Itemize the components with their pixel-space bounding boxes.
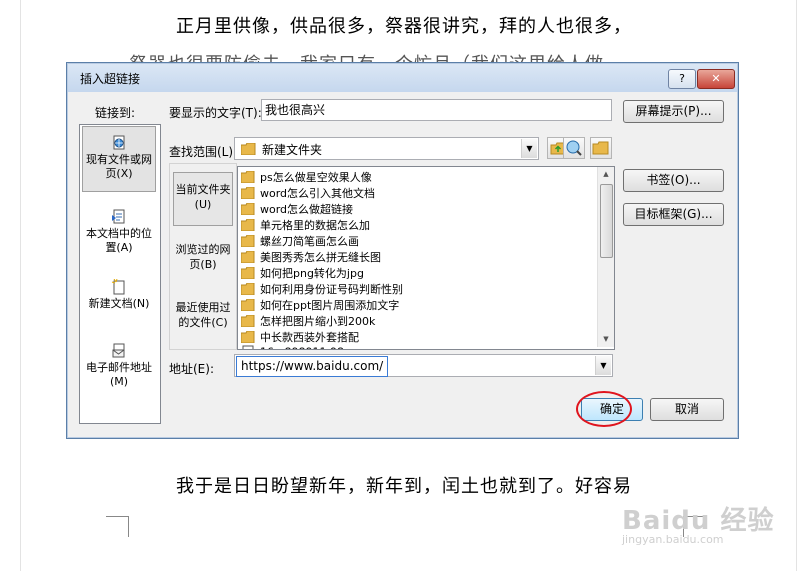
file-name: ps怎么做星空效果人像 [260,171,372,184]
folder-icon [241,171,255,183]
file-name: word怎么做超链接 [260,203,354,216]
folder-icon [241,219,255,231]
file-name: word怎么引入其他文档 [260,187,376,200]
chevron-down-icon[interactable]: ▼ [521,139,537,158]
file-list[interactable]: ▲ ▼ ps怎么做星空效果人像 word怎么引入其他文档 word怎么做超链接单元格… [237,166,615,350]
cancel-button[interactable]: 取消 [650,398,724,421]
page-border-left [20,0,21,571]
look-in-label: 查找范围(L): [169,145,238,159]
folder-icon [241,283,255,295]
highlight-circle [576,391,632,427]
close-button[interactable]: ✕ [697,69,735,89]
folder-icon [241,331,255,343]
tab-recent-files[interactable]: 最近使用过的文件(C) [173,294,233,342]
link-item-label: 本文档中的位置(A) [86,227,152,254]
folder-icon [241,143,256,155]
display-text-input[interactable]: 我也很高兴 [261,99,612,121]
display-text-label: 要显示的文字(T): [169,106,262,120]
folder-icon [241,315,255,327]
file-list-item[interactable]: ps怎么做星空效果人像 [241,169,372,185]
file-icon [242,345,254,349]
link-new-document[interactable]: 新建文档(N) [82,273,156,327]
folder-icon [241,267,255,279]
file-name: 如何利用身份证号码判断性别 [260,283,403,296]
file-name: 中长款西装外套搭配 [260,331,359,344]
crop-mark [106,516,129,537]
file-list-scrollbar[interactable]: ▲ ▼ [597,167,614,347]
screentip-button[interactable]: 屏幕提示(P)... [623,100,724,123]
target-frame-button[interactable]: 目标框架(G)... [623,203,724,226]
file-list-item[interactable]: 16...898911.98... [241,345,354,350]
folder-icon [241,299,255,311]
address-label: 地址(E): [169,362,214,376]
file-list-item[interactable]: word怎么引入其他文档 [241,185,375,201]
scrollbar-thumb[interactable] [600,184,613,258]
folder-icon [241,251,255,263]
file-name: 美图秀秀怎么拼无缝长图 [260,251,381,264]
link-email-address[interactable]: 电子邮件地址(M) [82,337,156,399]
address-input[interactable]: https://www.baidu.com/ [236,356,389,377]
folder-icon [241,203,255,215]
file-name: 16...898911.98... [260,346,354,350]
insert-hyperlink-dialog: 插入超链接 ? ✕ 链接到: 要显示的文字(T): 我也很高兴 屏幕提示(P).… [66,62,739,439]
document-text-line: 我于是日日盼望新年，新年到，闰土也就到了。好容易 [176,476,632,497]
existing-file-web-icon [113,135,125,150]
file-list-item[interactable]: word怎么做超链接 [241,201,353,217]
file-name: 单元格里的数据怎么加 [260,219,370,232]
scroll-up-icon[interactable]: ▲ [598,167,614,182]
link-item-label: 新建文档(N) [88,297,150,310]
new-document-icon [111,279,125,295]
file-name: 螺丝刀简笔画怎么画 [260,235,359,248]
link-existing-file-web[interactable]: 现有文件或网页(X) [82,126,156,192]
file-list-item[interactable]: 如何把png转化为jpg [241,265,364,281]
watermark-main: Baidu 经验 [622,506,775,536]
link-item-label: 现有文件或网页(X) [86,153,152,180]
watermark: Baidu 经验 jingyan.baidu.com [622,500,774,546]
address-combo[interactable]: https://www.baidu.com/ ▼ [234,354,613,377]
scroll-down-icon[interactable]: ▼ [598,332,614,347]
file-list-item[interactable]: 螺丝刀简笔画怎么画 [241,233,359,249]
browse-web-icon [566,140,582,156]
link-to-panel: 现有文件或网页(X) 本文档中的位置(A) 新建文档(N) 电子邮件地址(M) [79,124,161,424]
file-list-item[interactable]: 怎样把图片缩小到200k [241,313,375,329]
file-name: 怎样把图片缩小到200k [260,315,376,328]
dialog-titlebar[interactable]: 插入超链接 ? ✕ [68,64,737,92]
open-folder-icon [592,141,609,155]
help-button[interactable]: ? [668,69,696,89]
link-to-label: 链接到: [95,106,136,120]
browse-file-button[interactable] [590,137,612,159]
folder-icon [241,235,255,247]
link-place-in-document[interactable]: 本文档中的位置(A) [82,203,156,263]
email-address-icon [112,343,125,358]
file-list-item[interactable]: 如何在ppt图片周围添加文字 [241,297,399,313]
file-list-item[interactable]: 美图秀秀怎么拼无缝长图 [241,249,381,265]
page-border-right [796,0,797,571]
tab-current-folder[interactable]: 当前文件夹(U) [173,172,233,226]
browse-web-button[interactable] [563,137,585,159]
file-list-item[interactable]: 中长款西装外套搭配 [241,329,359,345]
link-item-label: 电子邮件地址(M) [86,361,152,388]
folder-icon [241,187,255,199]
file-name: 如何在ppt图片周围添加文字 [260,299,400,312]
chevron-down-icon[interactable]: ▼ [595,356,611,375]
file-name: 如何把png转化为jpg [260,267,364,280]
browse-mode-panel: 当前文件夹(U) 浏览过的网页(B) 最近使用过的文件(C) [169,163,237,350]
dialog-title: 插入超链接 [80,72,141,86]
place-in-document-icon [112,209,125,224]
look-in-combo[interactable]: 新建文件夹 ▼ [234,137,539,160]
file-list-item[interactable]: 如何利用身份证号码判断性别 [241,281,403,297]
bookmark-button[interactable]: 书签(O)... [623,169,724,192]
tab-browsed-pages[interactable]: 浏览过的网页(B) [173,236,233,282]
look-in-value: 新建文件夹 [262,143,323,157]
file-list-item[interactable]: 单元格里的数据怎么加 [241,217,370,233]
document-text-line: 正月里供像，供品很多，祭器很讲究，拜的人也很多， [176,16,632,37]
